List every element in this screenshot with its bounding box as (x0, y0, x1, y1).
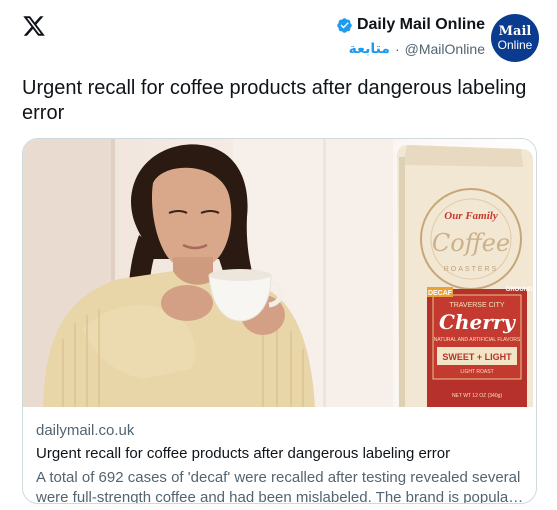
avatar[interactable]: Mail Online (491, 14, 539, 62)
x-logo-icon[interactable] (22, 14, 46, 38)
link-preview-card[interactable]: Our Family Coffee ROASTERS DECAF TRAVERS… (22, 138, 537, 504)
card-description: A total of 692 cases of 'decaf' were rec… (36, 469, 521, 504)
account-handle[interactable]: @MailOnline (405, 41, 485, 57)
bag-line3: NATURAL AND ARTIFICIAL FLAVORS (434, 337, 521, 343)
bag-badge: DECAF (428, 290, 453, 297)
card-image-illustration: Our Family Coffee ROASTERS DECAF TRAVERS… (23, 139, 533, 407)
bag-line2: Cherry (439, 310, 516, 334)
bag-line1: TRAVERSE CITY (449, 302, 504, 309)
bag-line5: LIGHT ROAST (460, 369, 493, 375)
card-domain: dailymail.co.uk (36, 422, 135, 439)
avatar-text-line2: Online (497, 38, 533, 52)
bag-brand: Our Family (444, 210, 498, 222)
account-name-row: Daily Mail Online (336, 14, 485, 36)
card-title: Urgent recall for coffee products after … (36, 445, 451, 462)
avatar-text-line1: Mail (498, 24, 532, 39)
separator-dot: · (394, 41, 400, 57)
bag-ring: ROASTERS (444, 266, 499, 273)
card-meta[interactable]: dailymail.co.uk Urgent recall for coffee… (36, 421, 524, 504)
account-sub-row: متابعة · @MailOnline (349, 38, 485, 60)
bag-ground: GROUND (506, 287, 533, 293)
bag-weight: NET WT 12 OZ (340g) (452, 393, 502, 399)
follow-button[interactable]: متابعة (349, 41, 390, 57)
card-image[interactable]: Our Family Coffee ROASTERS DECAF TRAVERS… (23, 139, 536, 407)
bag-line4: SWEET + LIGHT (442, 352, 512, 362)
account-header: Daily Mail Online متابعة · @MailOnline M… (336, 14, 539, 62)
tweet-text: Urgent recall for coffee products after … (22, 77, 527, 124)
account-info: Daily Mail Online متابعة · @MailOnline (336, 14, 485, 60)
bag-word: Coffee (432, 229, 510, 257)
verified-badge-icon (337, 17, 352, 33)
account-name[interactable]: Daily Mail Online (357, 16, 485, 34)
